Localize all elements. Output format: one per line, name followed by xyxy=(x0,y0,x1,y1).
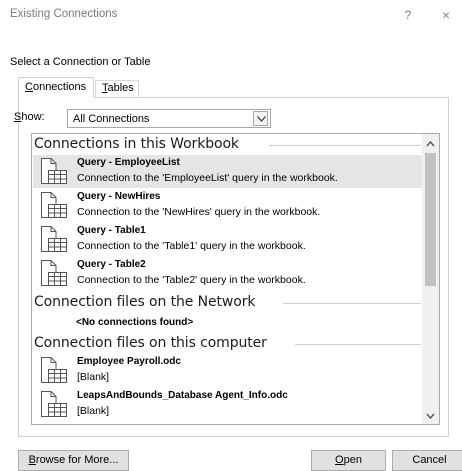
section-header-computer: Connection files on this computer xyxy=(34,335,267,351)
show-dropdown[interactable]: All Connections xyxy=(67,109,271,128)
item-description: Connection to the 'NewHires' query in th… xyxy=(77,206,321,218)
section-header-network: Connection files on the Network xyxy=(34,294,256,310)
close-button[interactable]: × xyxy=(436,6,456,24)
chevron-down-icon[interactable] xyxy=(253,111,268,126)
tab-label: ables xyxy=(107,82,134,94)
list-item-table2[interactable]: Query - Table2 Connection to the 'Table2… xyxy=(33,257,423,290)
section-divider xyxy=(269,145,421,146)
show-label: Show: xyxy=(14,111,45,123)
instruction-label: Select a Connection or Table xyxy=(10,56,151,68)
browse-hotkey: B xyxy=(28,454,36,466)
tab-label: onnections xyxy=(32,81,87,93)
title-bar: Existing Connections ? × xyxy=(0,0,462,30)
item-name: Query - Table2 xyxy=(77,259,146,270)
section-divider xyxy=(295,344,421,345)
list-item-newhires[interactable]: Query - NewHires Connection to the 'NewH… xyxy=(33,189,423,222)
connections-list[interactable]: Connections in this Workbook Query - Emp… xyxy=(31,133,440,425)
item-name: LeapsAndBounds_Database Agent_Info.odc xyxy=(77,390,288,401)
connection-table-icon xyxy=(40,192,70,222)
item-name: Query - Table1 xyxy=(77,225,146,236)
browse-for-more-button[interactable]: Browse for More... xyxy=(18,450,129,471)
show-label-text: how: xyxy=(21,111,45,123)
scroll-down-icon[interactable] xyxy=(425,411,436,421)
scroll-up-icon[interactable] xyxy=(425,139,436,149)
connection-table-icon xyxy=(40,260,70,290)
window-title: Existing Connections xyxy=(10,8,118,20)
list-item-table1[interactable]: Query - Table1 Connection to the 'Table1… xyxy=(33,223,423,256)
scroll-thumb[interactable] xyxy=(425,153,436,286)
tab-tables[interactable]: Tables xyxy=(95,80,139,97)
list-item-leapsandbounds[interactable]: LeapsAndBounds_Database Agent_Info.odc [… xyxy=(33,388,423,421)
browse-label: rowse for More... xyxy=(35,454,119,466)
cancel-button[interactable]: Cancel xyxy=(392,450,462,471)
tab-connections[interactable]: Connections xyxy=(18,77,94,98)
item-name: Employee Payroll.odc xyxy=(77,356,181,367)
section-header-workbook: Connections in this Workbook xyxy=(34,136,239,152)
item-description: Connection to the 'Table1' query in the … xyxy=(77,240,306,252)
item-description: [Blank] xyxy=(77,371,110,383)
list-item-employeelist[interactable]: Query - EmployeeList Connection to the '… xyxy=(33,155,423,188)
empty-message: <No connections found> xyxy=(76,317,194,328)
connection-table-icon xyxy=(40,391,70,421)
tab-hotkey: C xyxy=(25,81,33,93)
item-description: [Blank] xyxy=(77,405,110,417)
item-name: Query - NewHires xyxy=(77,191,161,202)
open-button[interactable]: Open xyxy=(311,450,386,471)
open-hotkey: O xyxy=(335,454,344,466)
item-description: Connection to the 'Table2' query in the … xyxy=(77,274,306,286)
help-button[interactable]: ? xyxy=(399,6,417,24)
section-divider xyxy=(283,303,421,304)
list-item-employee-payroll[interactable]: Employee Payroll.odc [Blank] xyxy=(33,354,423,387)
connection-table-icon xyxy=(40,357,70,387)
vertical-scrollbar[interactable] xyxy=(422,134,439,424)
open-label: pen xyxy=(343,454,362,466)
show-dropdown-value: All Connections xyxy=(73,113,150,125)
item-name: Query - EmployeeList xyxy=(77,157,180,168)
connection-table-icon xyxy=(40,158,70,188)
item-description: Connection to the 'EmployeeList' query i… xyxy=(77,172,338,184)
connection-table-icon xyxy=(40,226,70,256)
